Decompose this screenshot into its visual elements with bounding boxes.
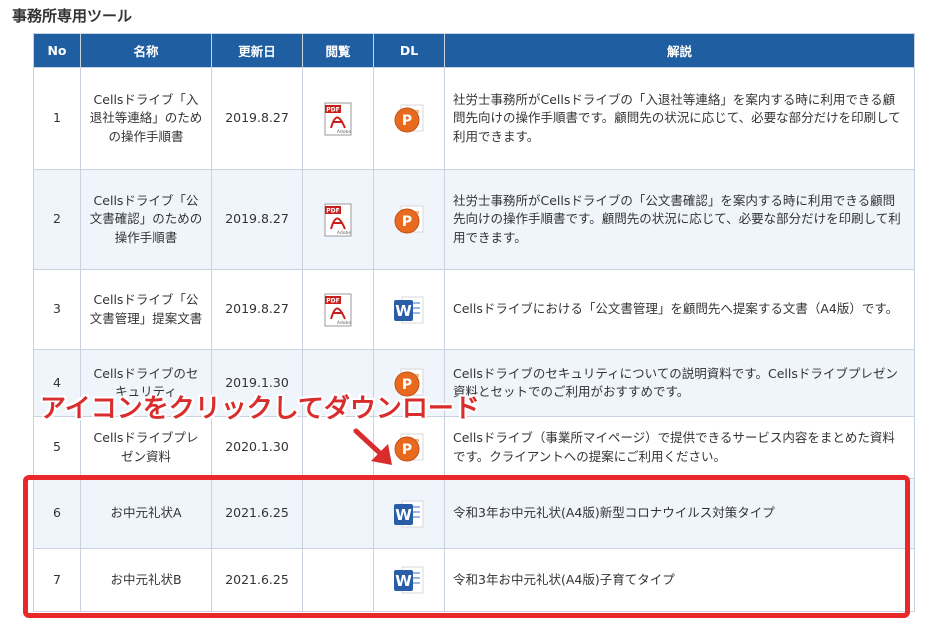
header-no: No	[33, 33, 81, 68]
table-row: 5 Cellsドライブプレゼン資料 2020.1.30 P Cellsドライブ（事業所マ…	[33, 416, 915, 479]
table-row: 1 Cellsドライブ「入退社等連絡」のための操作手順書 2019.8.27 PDF A…	[33, 67, 915, 170]
row-dl: P	[373, 169, 445, 270]
row-view: PDF Adobe	[302, 269, 374, 350]
row-desc: Cellsドライブのセキュリティについての説明資料です。Cellsドライブプレゼ…	[444, 349, 915, 417]
svg-text:PDF: PDF	[326, 207, 339, 214]
page-title: 事務所専用ツール	[12, 7, 133, 25]
svg-text:Adobe: Adobe	[337, 129, 351, 135]
powerpoint-icon[interactable]: P	[392, 102, 426, 136]
download-instruction: アイコンをクリックしてダウンロード	[40, 394, 480, 424]
row-date: 2019.8.27	[211, 67, 303, 170]
word-icon[interactable]: W	[392, 293, 426, 327]
table-row: 2 Cellsドライブ「公文書確認」のための操作手順書 2019.8.27 PDF Ad…	[33, 169, 915, 270]
highlight-frame	[23, 475, 910, 618]
row-no: 1	[33, 67, 81, 170]
svg-text:PDF: PDF	[326, 297, 339, 304]
header-view: 閲覧	[302, 33, 374, 68]
row-date: 2019.8.27	[211, 169, 303, 270]
row-no: 5	[33, 416, 81, 479]
header-name: 名称	[80, 33, 212, 68]
row-desc: 社労士事務所がCellsドライブの「公文書確認」を案内する時に利用できる顧問先向…	[444, 169, 915, 270]
row-desc: Cellsドライブにおける「公文書管理」を顧問先へ提案する文書（A4版）です。	[444, 269, 915, 350]
row-dl: W	[373, 269, 445, 350]
pdf-icon[interactable]: PDF Adobe	[321, 203, 355, 237]
row-no: 3	[33, 269, 81, 350]
header-dl: DL	[373, 33, 445, 68]
powerpoint-icon[interactable]: P	[392, 203, 426, 237]
svg-text:P: P	[402, 442, 412, 458]
svg-text:PDF: PDF	[326, 106, 339, 113]
svg-text:Adobe: Adobe	[337, 320, 351, 326]
row-dl: P	[373, 67, 445, 170]
svg-text:P: P	[402, 113, 412, 129]
arrow-icon	[353, 428, 392, 465]
row-date: 2020.1.30	[211, 416, 303, 479]
table-row: 3 Cellsドライブ「公文書管理」提案文書 2019.8.27 PDF Adobe W C…	[33, 269, 915, 350]
row-date: 2019.8.27	[211, 269, 303, 350]
pdf-icon[interactable]: PDF Adobe	[321, 102, 355, 136]
powerpoint-icon[interactable]: P	[392, 431, 426, 465]
row-view: PDF Adobe	[302, 169, 374, 270]
table-header-row: No 名称 更新日 閲覧 DL 解説	[33, 33, 915, 68]
row-desc: Cellsドライブ（事業所マイページ）で提供できるサービス内容をまとめた資料です…	[444, 416, 915, 479]
row-name: Cellsドライブプレゼン資料	[80, 416, 212, 479]
svg-text:W: W	[395, 302, 412, 320]
row-name: Cellsドライブ「入退社等連絡」のための操作手順書	[80, 67, 212, 170]
header-date: 更新日	[211, 33, 303, 68]
row-name: Cellsドライブ「公文書確認」のための操作手順書	[80, 169, 212, 270]
row-desc: 社労士事務所がCellsドライブの「入退社等連絡」を案内する時に利用できる顧問先…	[444, 67, 915, 170]
row-view: PDF Adobe	[302, 67, 374, 170]
row-name: Cellsドライブ「公文書管理」提案文書	[80, 269, 212, 350]
svg-text:P: P	[402, 214, 412, 230]
row-no: 2	[33, 169, 81, 270]
header-desc: 解説	[444, 33, 915, 68]
pdf-icon[interactable]: PDF Adobe	[321, 293, 355, 327]
svg-text:Adobe: Adobe	[337, 230, 351, 236]
